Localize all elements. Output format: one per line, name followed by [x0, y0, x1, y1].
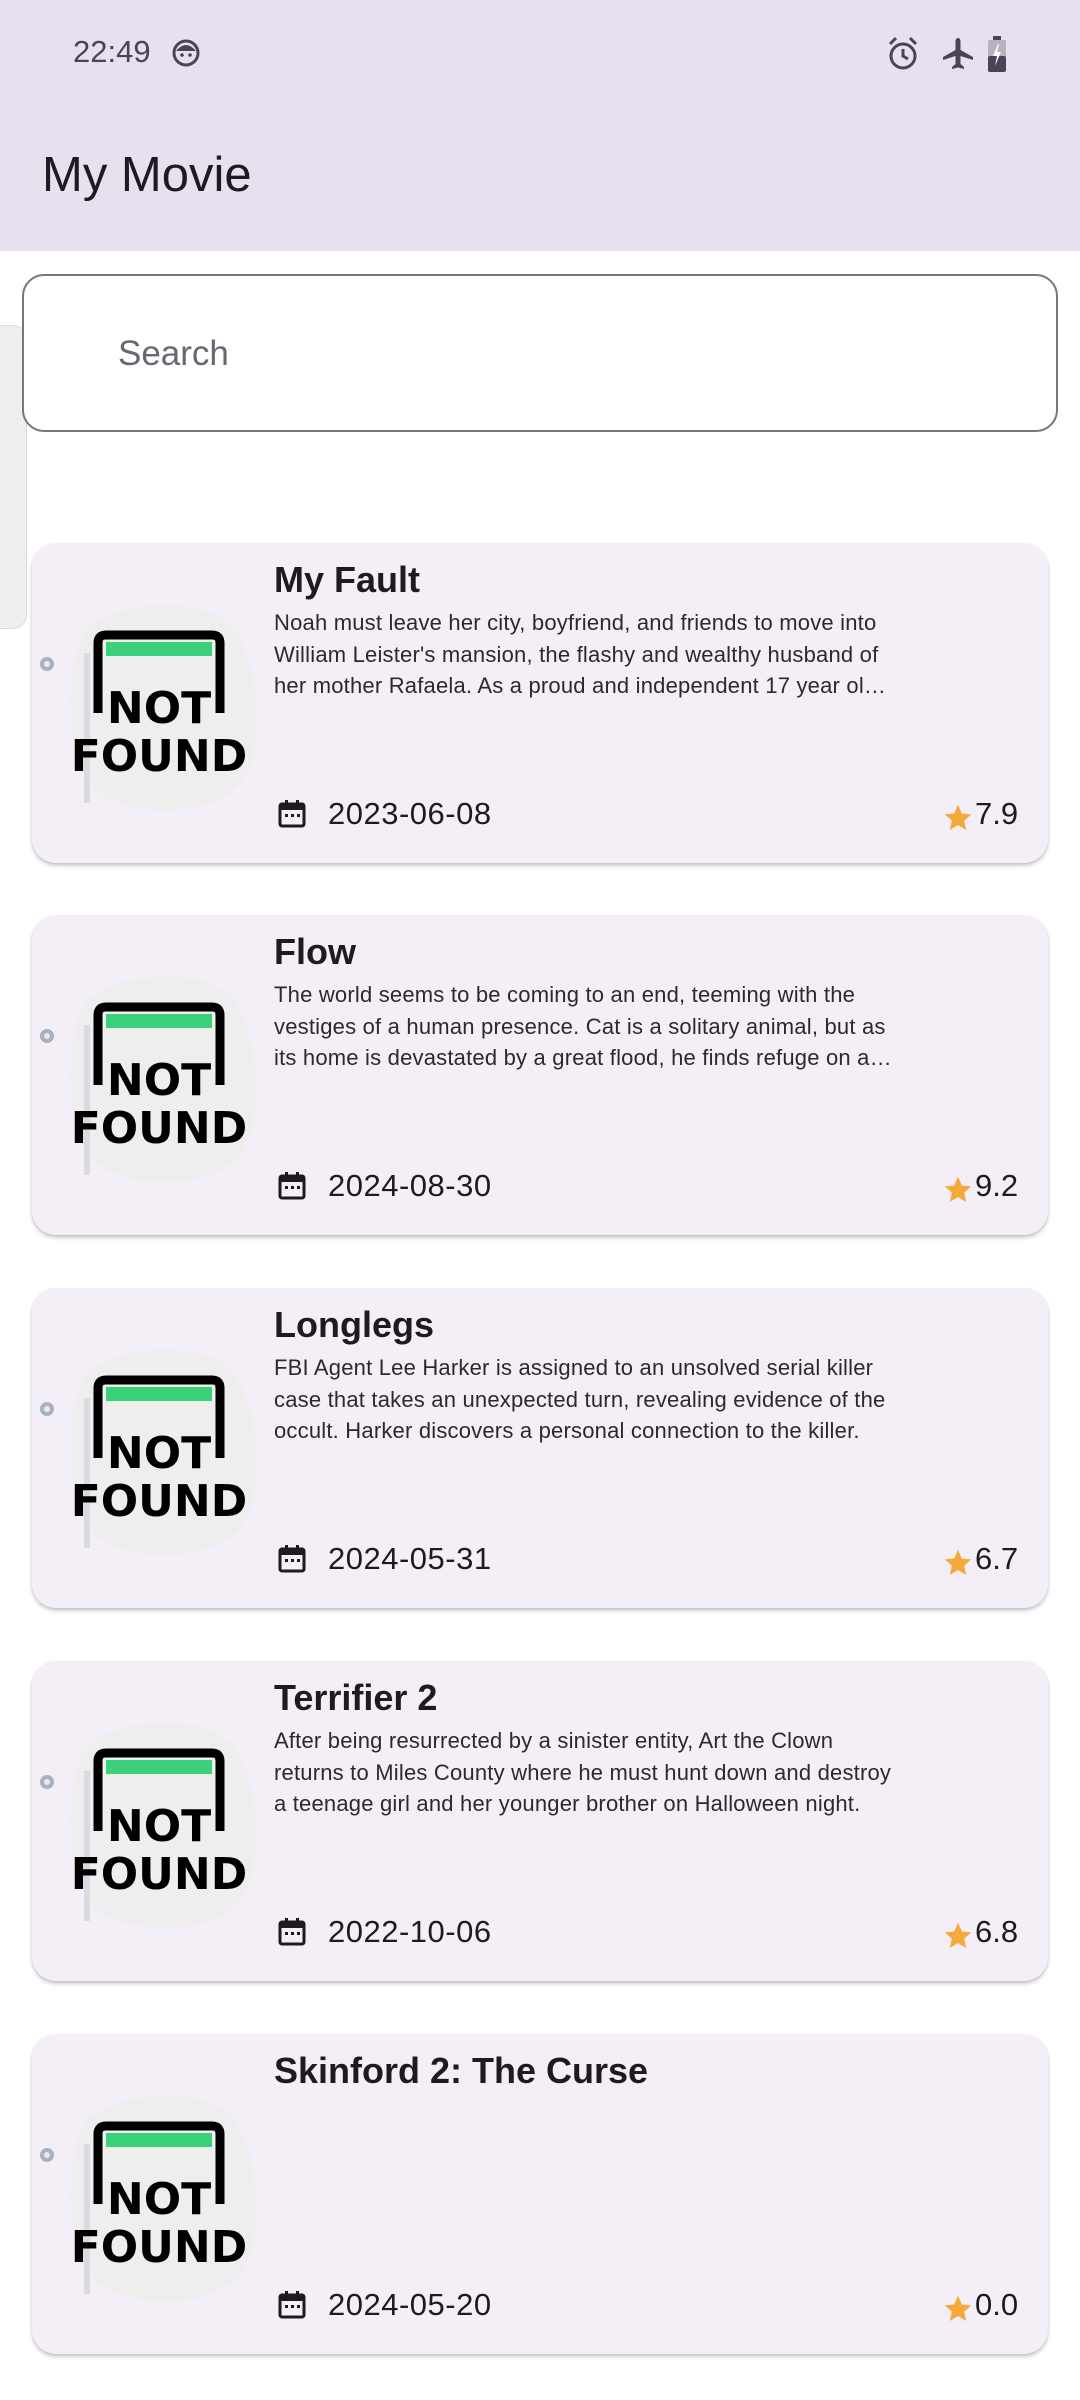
movie-card[interactable]: NOT FOUND Flow The world seems to be com… [32, 915, 1048, 1235]
star-icon [944, 804, 972, 830]
movie-rating: 9.2 [975, 1168, 1019, 1203]
release-date: 2022-10-06 [328, 1914, 492, 1949]
poster-not-found-image: NOT FOUND [70, 2095, 256, 2302]
poster-line-1: NOT [107, 683, 211, 734]
release-date: 2024-05-31 [328, 1541, 492, 1576]
movie-card[interactable]: NOT FOUND Skinford 2: The Curse 2024-05-… [32, 2034, 1048, 2354]
app-bar: 22:49 My Movie [0, 0, 1080, 251]
page-title: My Movie [42, 148, 252, 202]
search-input[interactable] [116, 320, 1000, 388]
poster-line-1: NOT [107, 1055, 211, 1106]
star-icon [944, 1922, 972, 1948]
calendar-icon [278, 800, 306, 828]
face-notification-icon [172, 39, 200, 67]
movie-card[interactable]: NOT FOUND My Fault Noah must leave her c… [32, 543, 1048, 863]
search-field[interactable] [22, 274, 1058, 432]
movie-rating: 6.7 [975, 1541, 1019, 1576]
calendar-icon [278, 1545, 306, 1573]
movie-overview: After being resurrected by a sinister en… [274, 1728, 892, 1816]
movie-rating: 7.9 [975, 796, 1019, 831]
poster-line-1: NOT [107, 1428, 211, 1479]
calendar-icon [278, 1172, 306, 1200]
battery-charging-icon [988, 36, 1006, 72]
movie-card[interactable]: NOT FOUND Longlegs FBI Agent Lee Harker … [32, 1288, 1048, 1608]
movie-overview: Noah must leave her city, boyfriend, and… [274, 610, 883, 698]
movie-rating: 6.8 [975, 1914, 1019, 1949]
poster-line-1: NOT [107, 1801, 211, 1852]
movie-list[interactable]: NOT FOUND My Fault Noah must leave her c… [0, 458, 1080, 2400]
calendar-icon [278, 1918, 306, 1946]
poster-line-1: NOT [107, 2174, 211, 2225]
poster-not-found-image: NOT FOUND [70, 604, 256, 811]
poster-line-2: FOUND [71, 731, 248, 782]
movie-overview: The world seems to be coming to an end, … [274, 982, 886, 1070]
movie-overview: FBI Agent Lee Harker is assigned to an u… [274, 1355, 886, 1443]
status-bar: 22:49 [0, 0, 1080, 105]
poster-line-2: FOUND [71, 1476, 248, 1527]
poster-not-found-image: NOT FOUND [70, 976, 256, 1183]
poster-not-found-image: NOT FOUND [70, 1349, 256, 1556]
release-date: 2024-08-30 [328, 1168, 492, 1203]
movie-title: My Fault [274, 559, 421, 600]
alarm-icon [888, 36, 918, 70]
poster-line-2: FOUND [71, 2222, 248, 2273]
movie-title: Longlegs [274, 1304, 434, 1345]
status-time: 22:49 [73, 34, 151, 69]
movie-rating: 0.0 [975, 2287, 1019, 2322]
calendar-icon [278, 2291, 306, 2319]
star-icon [944, 2295, 972, 2321]
poster-not-found-image: NOT FOUND [70, 1722, 256, 1929]
movie-title: Skinford 2: The Curse [274, 2050, 649, 2091]
movie-title: Flow [274, 931, 356, 972]
poster-line-2: FOUND [71, 1103, 248, 1154]
movie-title: Terrifier 2 [274, 1677, 438, 1718]
star-icon [944, 1549, 972, 1575]
release-date: 2024-05-20 [328, 2287, 492, 2322]
release-date: 2023-06-08 [328, 796, 492, 831]
poster-line-2: FOUND [71, 1849, 248, 1900]
airplane-mode-icon [943, 38, 973, 69]
movie-card[interactable]: NOT FOUND Terrifier 2 After being resurr… [32, 1661, 1048, 1981]
star-icon [944, 1176, 972, 1202]
